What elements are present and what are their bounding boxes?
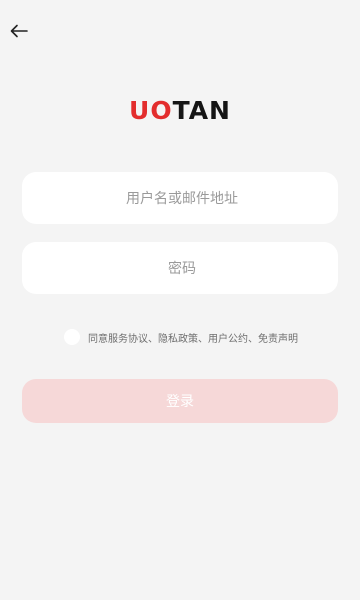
username-field[interactable] [22, 172, 342, 226]
password-input[interactable] [22, 242, 342, 296]
agreement-text[interactable]: 同意服务协议、隐私政策、用户公约、免责声明 [88, 330, 298, 345]
logo-uo: UO [129, 96, 173, 125]
login-label: 登录 [166, 394, 194, 410]
password-field[interactable] [22, 242, 342, 296]
logo-tan: TAN [172, 96, 231, 125]
agreement-checkbox[interactable] [64, 329, 80, 345]
login-button[interactable]: 登录 [22, 379, 338, 423]
agreement-row[interactable]: 同意服务协议、隐私政策、用户公约、免责声明 [64, 329, 298, 345]
username-input[interactable] [22, 172, 342, 226]
back-button[interactable] [8, 20, 30, 42]
uotan-logo: UOTAN [0, 96, 360, 125]
arrow-left-icon [10, 24, 28, 38]
